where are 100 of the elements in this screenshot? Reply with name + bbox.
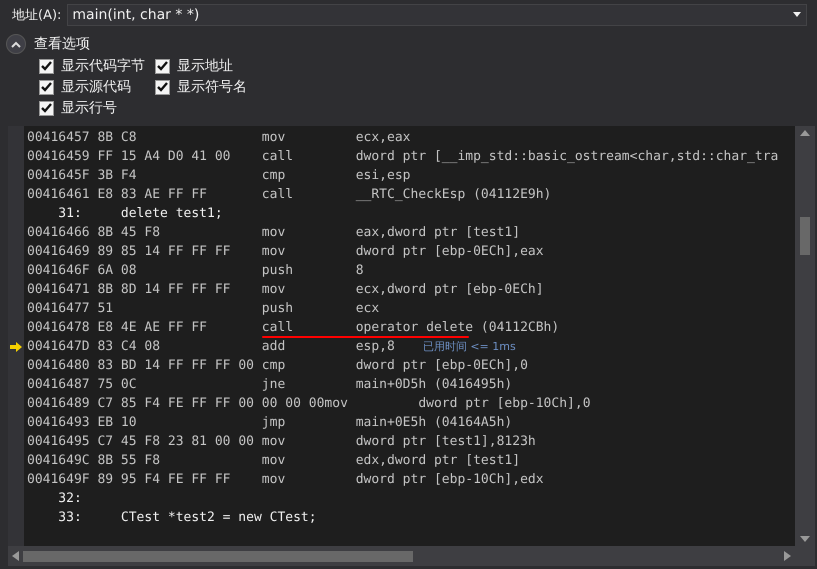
code-bytes: 75 0C bbox=[97, 376, 138, 394]
option-checkbox[interactable]: 显示地址 bbox=[155, 57, 247, 75]
mnemonic: cmp bbox=[262, 167, 286, 185]
operands: 8 bbox=[356, 262, 364, 280]
address-text: 00416477 bbox=[27, 300, 91, 318]
code-bytes: 8B 55 F8 bbox=[97, 452, 162, 470]
operands: ecx,dword ptr [ebp-0ECh] bbox=[356, 281, 544, 299]
mnemonic: mov bbox=[262, 452, 286, 470]
dropdown-caret-icon[interactable] bbox=[792, 12, 802, 18]
check-icon bbox=[41, 82, 52, 92]
operands: ecx bbox=[356, 300, 380, 318]
operands: dword ptr [test1],8123h bbox=[356, 433, 536, 451]
scroll-right-icon[interactable] bbox=[784, 551, 791, 561]
mnemonic: add bbox=[262, 338, 286, 356]
code-bytes: C7 85 F4 FE FF FF 00 00 00 00 bbox=[97, 395, 324, 413]
operands: dword ptr [ebp-10Ch],edx bbox=[356, 471, 544, 489]
checkbox[interactable] bbox=[39, 58, 54, 74]
address-text: 00416469 bbox=[27, 243, 91, 261]
mnemonic: cmp bbox=[262, 357, 286, 375]
line-number: 32: bbox=[57, 490, 82, 508]
vertical-scrollbar[interactable] bbox=[795, 126, 815, 546]
chevron-up-icon bbox=[11, 40, 21, 48]
checkbox[interactable] bbox=[39, 100, 54, 116]
address-text: 00416495 bbox=[27, 433, 91, 451]
scroll-up-icon[interactable] bbox=[800, 130, 810, 136]
code-bytes: 8B 8D 14 FF FF FF bbox=[97, 281, 232, 299]
mnemonic: jmp bbox=[262, 414, 286, 432]
address-text: 00416478 bbox=[27, 319, 91, 337]
mnemonic: mov bbox=[262, 243, 286, 261]
operands: esi,esp bbox=[356, 167, 410, 185]
checkbox[interactable] bbox=[39, 80, 54, 94]
operands: dword ptr [__imp_std::basic_ostream<char,std::char_tra bbox=[356, 148, 778, 166]
option-checkbox[interactable]: 显示代码字节 bbox=[39, 57, 145, 75]
address-combobox[interactable]: main(int, char * *) bbox=[67, 4, 807, 26]
address-label: 地址(A): bbox=[12, 7, 62, 24]
code-bytes: FF 15 A4 D0 41 00 bbox=[97, 148, 232, 166]
address-text: 0041649F bbox=[27, 471, 91, 489]
code-bytes: 51 bbox=[97, 300, 114, 318]
code-bytes: 83 C4 08 bbox=[97, 338, 162, 356]
operands: main+0D5h (0416495h) bbox=[356, 376, 512, 394]
operands: edx,dword ptr [test1] bbox=[356, 452, 520, 470]
mnemonic: mov bbox=[324, 395, 349, 413]
address-text: 0041647D bbox=[27, 338, 91, 356]
code-bytes: 8B C8 bbox=[97, 129, 138, 147]
mnemonic: push bbox=[262, 262, 294, 280]
source-code: delete test1; bbox=[120, 205, 223, 223]
address-text: 0041646F bbox=[27, 262, 91, 280]
code-bytes: 8B 45 F8 bbox=[97, 224, 162, 242]
code-bytes: 6A 08 bbox=[97, 262, 138, 280]
address-text: 00416461 bbox=[27, 186, 91, 204]
operands: operator delete (04112CBh) bbox=[356, 319, 560, 337]
address-text: 00416459 bbox=[27, 148, 91, 166]
source-code: CTest *test2 = new CTest; bbox=[120, 509, 317, 527]
mnemonic: call bbox=[262, 186, 294, 204]
operands: eax,dword ptr [test1] bbox=[356, 224, 520, 242]
mnemonic: mov bbox=[262, 281, 286, 299]
scroll-thumb[interactable] bbox=[800, 217, 810, 255]
mnemonic: mov bbox=[262, 471, 286, 489]
address-text: 00416487 bbox=[27, 376, 91, 394]
operands: dword ptr [ebp-10Ch],0 bbox=[418, 395, 591, 413]
address-text: 00416489 bbox=[27, 395, 91, 413]
horizontal-scrollbar[interactable] bbox=[8, 546, 795, 566]
address-text: 00416493 bbox=[27, 414, 91, 432]
operands: dword ptr [ebp-0ECh],0 bbox=[356, 357, 528, 375]
options-title: 查看选项 bbox=[34, 35, 90, 53]
code-bytes: E8 4E AE FF FF bbox=[97, 319, 208, 337]
code-bytes: 83 BD 14 FF FF FF 00 bbox=[97, 357, 255, 375]
operands: esp,8 bbox=[356, 338, 395, 356]
check-icon bbox=[157, 61, 168, 71]
line-number: 31: bbox=[57, 205, 82, 223]
mnemonic: call bbox=[262, 148, 294, 166]
scroll-down-icon[interactable] bbox=[800, 536, 810, 542]
option-checkbox[interactable]: 显示符号名 bbox=[155, 78, 247, 96]
collapse-toggle[interactable] bbox=[6, 34, 26, 54]
address-text: 00416471 bbox=[27, 281, 91, 299]
address-text: 00416480 bbox=[27, 357, 91, 375]
mnemonic: push bbox=[262, 300, 294, 318]
address-text: 00416457 bbox=[27, 129, 91, 147]
code-bytes: C7 45 F8 23 81 00 00 bbox=[97, 433, 255, 451]
code-bytes: 89 85 14 FF FF FF bbox=[97, 243, 232, 261]
code-bytes: 89 95 F4 FE FF FF bbox=[97, 471, 232, 489]
option-checkbox[interactable]: 显示源代码 bbox=[39, 78, 145, 96]
checkbox[interactable] bbox=[155, 58, 170, 74]
check-icon bbox=[41, 103, 52, 113]
operands: dword ptr [ebp-0ECh],eax bbox=[356, 243, 544, 261]
option-checkbox[interactable]: 显示行号 bbox=[39, 99, 145, 117]
mnemonic: mov bbox=[262, 129, 286, 147]
checkbox[interactable] bbox=[155, 80, 170, 94]
scroll-thumb[interactable] bbox=[23, 550, 413, 562]
address-text: 00416466 bbox=[27, 224, 91, 242]
mnemonic: jne bbox=[262, 376, 286, 394]
address-text: 0041649C bbox=[27, 452, 91, 470]
scroll-left-icon[interactable] bbox=[12, 551, 19, 561]
mnemonic: mov bbox=[262, 433, 286, 451]
operands: ecx,eax bbox=[356, 129, 410, 147]
mnemonic: mov bbox=[262, 224, 286, 242]
address-text: 0041645F bbox=[27, 167, 91, 185]
check-icon bbox=[41, 61, 52, 71]
code-bytes: EB 10 bbox=[97, 414, 138, 432]
line-number: 33: bbox=[57, 509, 82, 527]
